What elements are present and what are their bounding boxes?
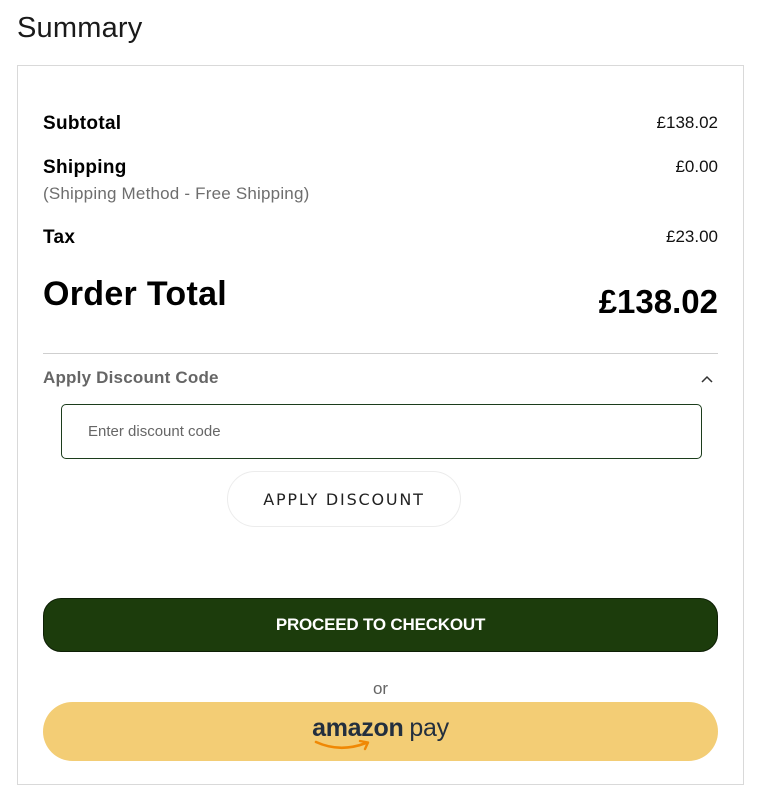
chevron-up-icon: [701, 375, 713, 383]
shipping-row: Shipping (Shipping Method - Free Shippin…: [43, 157, 718, 204]
shipping-value: £0.00: [675, 157, 718, 176]
shipping-method: (Shipping Method - Free Shipping): [43, 184, 310, 203]
order-total-row: Order Total £138.02: [43, 275, 718, 320]
subtotal-value: £138.02: [656, 113, 718, 132]
or-separator: or: [372, 679, 389, 698]
shipping-label: Shipping: [43, 157, 127, 178]
page-title: Summary: [17, 12, 143, 44]
subtotal-row: Subtotal £138.02: [43, 113, 718, 135]
pay-word: pay: [409, 714, 449, 742]
tax-row: Tax £23.00: [43, 227, 718, 249]
discount-toggle[interactable]: Apply Discount Code: [43, 368, 718, 392]
tax-label: Tax: [43, 227, 76, 248]
discount-title: Apply Discount Code: [43, 368, 219, 387]
apply-discount-button[interactable]: APPLY DISCOUNT: [227, 471, 461, 527]
proceed-to-checkout-button[interactable]: PROCEED TO CHECKOUT: [43, 598, 718, 652]
amazon-smile-icon: [314, 739, 370, 751]
amazon-pay-button[interactable]: amazon pay: [43, 702, 718, 761]
tax-value: £23.00: [666, 227, 718, 246]
divider: [43, 353, 718, 354]
order-total-value: £138.02: [598, 283, 718, 320]
amazon-pay-logo: amazon pay: [312, 714, 449, 751]
order-summary-panel: Subtotal £138.02 Shipping (Shipping Meth…: [17, 65, 744, 785]
discount-code-input[interactable]: [61, 404, 702, 459]
subtotal-label: Subtotal: [43, 113, 122, 134]
